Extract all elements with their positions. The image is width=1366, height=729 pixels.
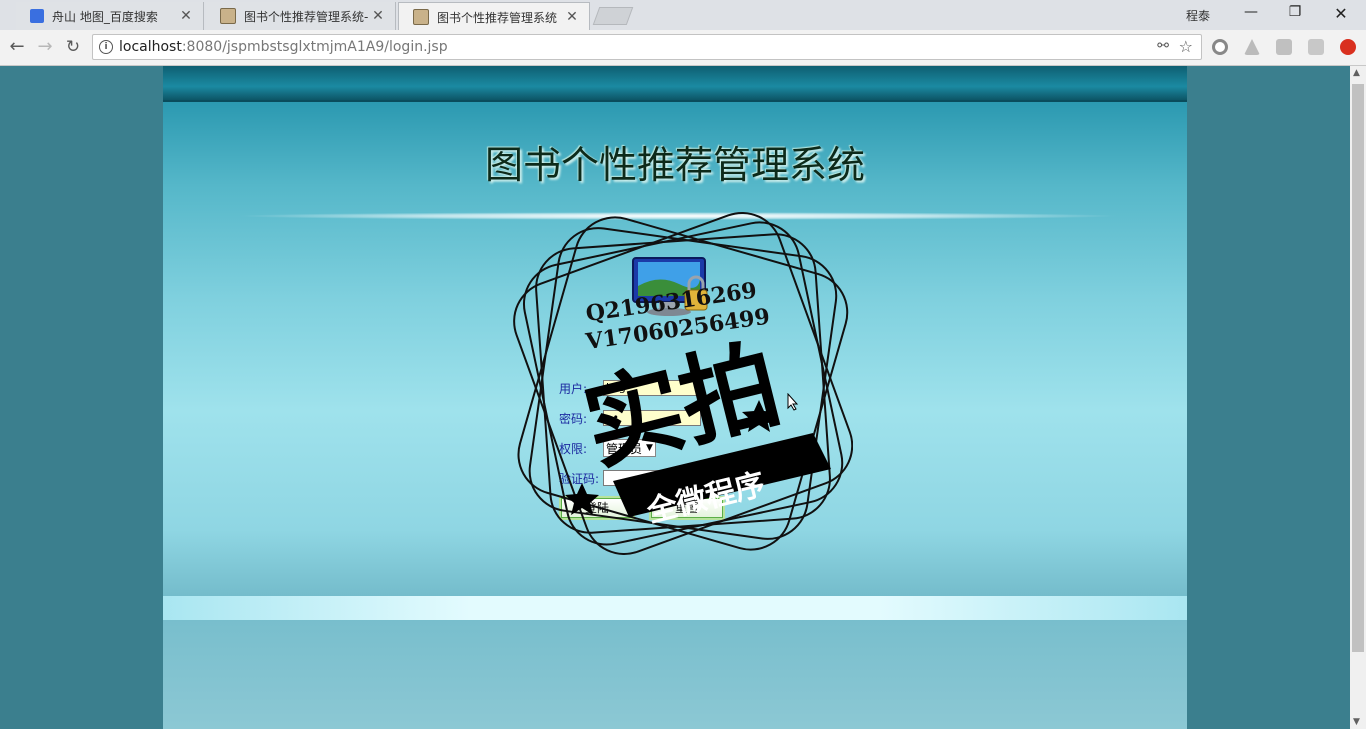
page-favicon-icon <box>220 8 236 24</box>
reload-icon[interactable]: ↻ <box>62 36 84 58</box>
close-icon[interactable]: ✕ <box>371 8 385 24</box>
address-bar[interactable]: i localhost:8080/jspmbstsglxtmjmA1A9/log… <box>92 34 1202 60</box>
close-window-icon[interactable]: ✕ <box>1326 4 1356 24</box>
page-title: 图书个性推荐管理系统 <box>484 143 865 187</box>
key-icon[interactable]: ⚯ <box>1157 38 1169 54</box>
browser-toolbar: ← → ↻ i localhost:8080/jspmbstsglxtmjmA1… <box>0 30 1366 66</box>
footer-band <box>163 596 1187 620</box>
back-arrow-icon[interactable]: ← <box>6 36 28 58</box>
page-favicon-icon <box>413 9 429 25</box>
url-path: :8080/jspmbstsglxtmjmA1A9/login.jsp <box>181 39 448 55</box>
minimize-icon[interactable]: — <box>1236 4 1266 24</box>
star-icon <box>565 483 599 515</box>
url-text[interactable]: localhost:8080/jspmbstsglxtmjmA1A9/login… <box>119 39 448 55</box>
tab-title: 舟山 地图_百度搜索 <box>52 9 158 24</box>
site-info-icon[interactable]: i <box>99 40 113 54</box>
extension-rp-icon[interactable] <box>1276 39 1292 55</box>
forward-arrow-icon[interactable]: → <box>34 36 56 58</box>
close-icon[interactable]: ✕ <box>565 9 579 25</box>
close-icon[interactable]: ✕ <box>179 8 193 24</box>
mouse-cursor-icon <box>787 393 799 411</box>
bookmark-star-icon[interactable]: ☆ <box>1179 37 1193 56</box>
header-band <box>163 66 1187 102</box>
tab-library-system-active[interactable]: 图书个性推荐管理系统 ✕ <box>398 2 590 31</box>
tab-library-system-1[interactable]: 图书个性推荐管理系统- ✕ <box>206 2 396 30</box>
tab-strip: 舟山 地图_百度搜索 ✕ 图书个性推荐管理系统- ✕ 图书个性推荐管理系统 ✕ … <box>0 0 1366 31</box>
baidu-paw-icon <box>30 9 44 23</box>
scroll-up-arrow-icon[interactable]: ▲ <box>1353 68 1360 78</box>
extension-puzzle-icon[interactable] <box>1308 39 1324 55</box>
login-stage: 图书个性推荐管理系统 用户: hsg 密码: •• 权限: 管理员 ▼ 验证码:… <box>163 66 1187 729</box>
extension-download-icon[interactable] <box>1244 39 1260 55</box>
tab-baidu-search[interactable]: 舟山 地图_百度搜索 ✕ <box>16 2 204 30</box>
page-scrollbar[interactable]: ▲ ▼ <box>1350 66 1366 729</box>
scroll-down-arrow-icon[interactable]: ▼ <box>1353 717 1360 727</box>
watermark-stamp: Q2196316269 V17060256499 实拍 全微程序 <box>513 211 853 555</box>
profile-button[interactable]: 程泰 <box>1186 7 1210 24</box>
new-tab-button[interactable] <box>592 7 634 25</box>
url-host: localhost <box>119 39 182 55</box>
extension-circle-icon[interactable] <box>1212 39 1228 55</box>
page-viewport: 图书个性推荐管理系统 用户: hsg 密码: •• 权限: 管理员 ▼ 验证码:… <box>0 66 1350 729</box>
tab-title: 图书个性推荐管理系统 <box>437 10 558 25</box>
restore-icon[interactable]: ❐ <box>1280 4 1310 24</box>
extension-red-icon[interactable] <box>1340 39 1356 55</box>
tab-title: 图书个性推荐管理系统- <box>244 9 369 24</box>
scrollbar-thumb[interactable] <box>1352 84 1364 652</box>
